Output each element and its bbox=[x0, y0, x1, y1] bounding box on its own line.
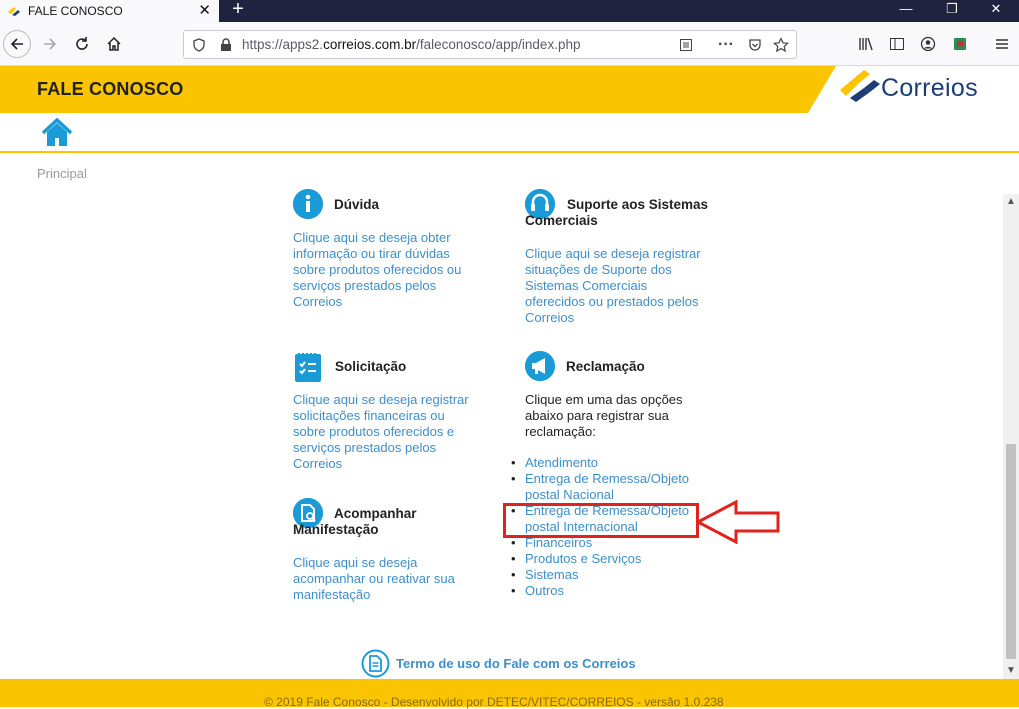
option-produtos-servicos[interactable]: Produtos e Serviços bbox=[511, 551, 689, 567]
scroll-up-icon[interactable]: ▲ bbox=[1003, 194, 1019, 210]
restore-button[interactable]: ❐ bbox=[929, 0, 975, 22]
reader-view-icon[interactable] bbox=[677, 36, 695, 54]
reclamacao-title[interactable]: Reclamação bbox=[566, 359, 645, 375]
page-scrollbar[interactable]: ▲ ▼ bbox=[1003, 194, 1019, 679]
acompanhar-description[interactable]: Clique aqui se deseja acompanhar ou reat… bbox=[293, 555, 455, 603]
logo-text: Correios bbox=[881, 74, 978, 102]
forward-button[interactable] bbox=[36, 30, 64, 58]
arrow-left-icon bbox=[10, 38, 23, 50]
correios-logo[interactable]: Correios bbox=[808, 66, 1019, 113]
document-icon bbox=[361, 649, 390, 678]
bookmark-star-icon[interactable] bbox=[772, 36, 790, 54]
tab-title: FALE CONOSCO bbox=[28, 4, 123, 18]
tab-close-icon[interactable]: ✕ bbox=[198, 2, 211, 20]
browser-tab[interactable]: FALE CONOSCO ✕ bbox=[0, 0, 219, 22]
termo-text: Termo de uso do Fale com os Correios bbox=[396, 656, 636, 671]
info-icon[interactable] bbox=[293, 189, 323, 219]
duvida-title[interactable]: Dúvida bbox=[334, 197, 379, 213]
option-outros[interactable]: Outros bbox=[511, 583, 689, 599]
lock-icon[interactable] bbox=[217, 36, 235, 54]
url-bar[interactable]: https://apps2.correios.com.br/faleconosc… bbox=[183, 30, 797, 59]
menu-hamburger-icon[interactable] bbox=[988, 30, 1016, 58]
page-title: FALE CONOSCO bbox=[37, 79, 184, 99]
acompanhar-title[interactable]: Acompanhar Manifestação bbox=[293, 506, 417, 538]
reload-button[interactable] bbox=[68, 30, 96, 58]
minimize-button[interactable]: — bbox=[883, 0, 929, 22]
correios-favicon-icon bbox=[8, 7, 20, 16]
clipboard-list-icon[interactable] bbox=[294, 351, 322, 388]
left-arrow-annotation-icon bbox=[696, 500, 780, 544]
reload-icon bbox=[76, 37, 88, 50]
termo-link[interactable]: Termo de uso do Fale com os Correios bbox=[361, 649, 636, 678]
pocket-icon[interactable] bbox=[746, 36, 764, 54]
new-tab-button[interactable]: + bbox=[228, 0, 248, 22]
home-button[interactable] bbox=[100, 30, 128, 58]
megaphone-icon[interactable] bbox=[525, 351, 555, 381]
arrow-right-icon bbox=[44, 38, 57, 50]
reclamacao-description: Clique em uma das opções abaixo para reg… bbox=[525, 392, 683, 439]
breadcrumb[interactable]: Principal bbox=[37, 166, 87, 181]
home-icon[interactable] bbox=[41, 118, 73, 148]
account-icon[interactable] bbox=[914, 30, 942, 58]
browser-tab-bar: FALE CONOSCO ✕ + — ❐ ✕ bbox=[0, 0, 1019, 22]
solicitacao-description[interactable]: Clique aqui se deseja registrar solicita… bbox=[293, 392, 469, 472]
suporte-title[interactable]: Suporte aos Sistemas Comerciais bbox=[525, 197, 708, 229]
page-footer: © 2019 Fale Conosco - Desenvolvido por D… bbox=[0, 679, 1019, 709]
home-outline-icon bbox=[107, 36, 121, 51]
scroll-thumb[interactable] bbox=[1006, 444, 1016, 659]
highlight-box bbox=[503, 503, 699, 538]
page-header: FALE CONOSCO Correios bbox=[0, 66, 1019, 113]
extension-icon[interactable] bbox=[946, 30, 974, 58]
library-icon[interactable] bbox=[852, 30, 880, 58]
home-bar bbox=[0, 113, 1019, 153]
duvida-description[interactable]: Clique aqui se deseja obter informação o… bbox=[293, 230, 461, 310]
shield-icon[interactable] bbox=[190, 36, 208, 54]
scroll-down-icon[interactable]: ▼ bbox=[1003, 663, 1019, 679]
window-close-button[interactable]: ✕ bbox=[973, 0, 1019, 22]
more-actions-icon[interactable]: ··· bbox=[717, 36, 735, 54]
suporte-description[interactable]: Clique aqui se deseja registrar situaçõe… bbox=[525, 246, 701, 326]
sidebar-icon[interactable] bbox=[883, 30, 911, 58]
url-text: https://apps2.correios.com.br/faleconosc… bbox=[242, 37, 581, 52]
correios-logo-icon bbox=[840, 70, 880, 102]
option-sistemas[interactable]: Sistemas bbox=[511, 567, 689, 583]
solicitacao-title[interactable]: Solicitação bbox=[335, 359, 406, 375]
option-atendimento[interactable]: Atendimento bbox=[511, 455, 689, 471]
option-entrega-nacional[interactable]: Entrega de Remessa/Objetopostal Nacional bbox=[511, 471, 689, 503]
back-button[interactable] bbox=[3, 30, 31, 58]
browser-nav-bar: https://apps2.correios.com.br/faleconosc… bbox=[0, 22, 1019, 66]
